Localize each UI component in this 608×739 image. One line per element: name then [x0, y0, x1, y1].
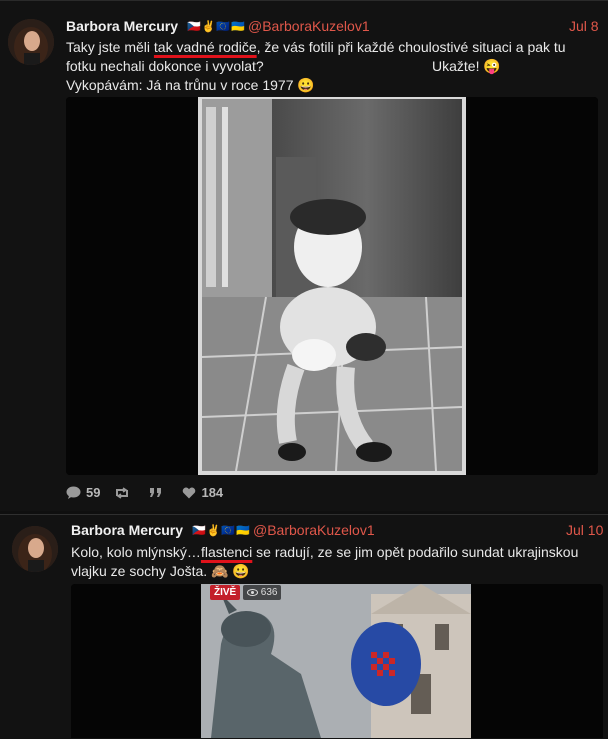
heart-icon	[183, 487, 196, 498]
tweet-media-video[interactable]	[71, 584, 603, 738]
like-button[interactable]: 184	[182, 485, 223, 500]
quote-icon	[150, 488, 162, 497]
like-count: 184	[201, 485, 224, 500]
tweet-text-line-1: Kolo, kolo mlýnský…flastenci se radují, …	[71, 544, 579, 560]
retweet-button[interactable]	[114, 486, 135, 499]
avatar-image	[8, 19, 54, 65]
quote-button[interactable]	[149, 487, 168, 498]
tweet-date[interactable]: Jul 8	[569, 18, 599, 34]
reply-button[interactable]: 59	[66, 485, 100, 500]
tweet-text-line-2: fotku nechali dokonce i vyvolat?	[66, 58, 264, 74]
tweet-text-line-2-right: Ukažte! 😜	[432, 58, 501, 74]
tweet-date[interactable]: Jul 10	[566, 522, 603, 538]
avatar[interactable]	[8, 19, 54, 65]
retweet-icon	[116, 486, 129, 499]
tweet-media[interactable]	[66, 97, 598, 475]
tweet-text-line-1: Taky jste měli tak vadné rodiče, že vás …	[66, 39, 566, 55]
name-emoji-flags: 🇨🇿✌️🇪🇺🇺🇦	[187, 21, 246, 33]
user-handle[interactable]: @BarboraKuzelov1	[253, 522, 375, 538]
speech-bubble-icon	[66, 486, 81, 499]
underlined-text: flastenci	[200, 544, 253, 560]
tweet-text-line-3: Vykopávám: Já na trůnu v roce 1977 😀	[66, 77, 315, 93]
view-count: 636	[243, 585, 282, 600]
tweet-stats: 59 184	[66, 485, 223, 500]
photo-child-on-potty	[66, 97, 598, 475]
view-count-value: 636	[260, 587, 278, 598]
user-handle[interactable]: @BarboraKuzelov1	[248, 18, 370, 34]
name-emoji-flags: 🇨🇿✌️🇪🇺🇺🇦	[192, 525, 251, 537]
avatar-image	[12, 526, 58, 572]
underlined-text: tak vadné rodiče	[153, 39, 257, 55]
tweet-text-line-2: vlajku ze sochy Jošta. 🙈 😀	[71, 563, 250, 579]
tweet[interactable]: Barbora Mercury 🇨🇿✌️🇪🇺🇺🇦 @BarboraKuzelov…	[0, 0, 608, 511]
reply-count: 59	[86, 485, 101, 500]
display-name[interactable]: Barbora Mercury	[71, 522, 183, 538]
eye-icon	[247, 588, 258, 596]
video-jost-statue	[71, 584, 603, 738]
display-name[interactable]: Barbora Mercury	[66, 18, 178, 34]
avatar[interactable]	[12, 526, 58, 572]
live-badge: ŽIVĚ	[210, 585, 241, 600]
